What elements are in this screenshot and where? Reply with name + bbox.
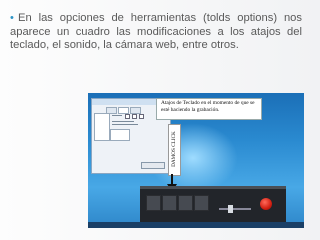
recorder-panel-header <box>140 186 286 189</box>
record-icon[interactable] <box>260 198 272 210</box>
audio-slider-track[interactable] <box>219 208 251 210</box>
dialog-text-line <box>112 124 138 125</box>
dialog-tab-active[interactable] <box>118 107 129 114</box>
dialog-checkbox[interactable] <box>139 114 144 119</box>
vertical-label-text: DAMOS CLICK <box>171 131 177 167</box>
recorder-panel <box>140 186 286 222</box>
dialog-category-list[interactable] <box>94 113 110 141</box>
dialog-tabs <box>106 107 141 114</box>
dialog-field[interactable] <box>110 129 130 141</box>
recorder-control[interactable] <box>146 195 161 211</box>
screenshot-image: Atajos de Teclado en el momento de que s… <box>88 93 304 228</box>
vertical-label-box: DAMOS CLICK <box>168 124 181 176</box>
callout-text: Atajos de Teclado en el momento de que s… <box>161 100 255 113</box>
slide-body-text: En las opciones de herramientas (tolds o… <box>10 12 302 53</box>
dialog-checkbox[interactable] <box>132 114 137 119</box>
dialog-text-line <box>112 115 122 116</box>
dialog-text-line <box>112 121 134 122</box>
dialog-checkbox[interactable] <box>125 114 130 119</box>
slide-body-text-content: En las opciones de herramientas (tolds o… <box>10 12 302 52</box>
recorder-control[interactable] <box>162 195 177 211</box>
dialog-tab[interactable] <box>130 107 141 114</box>
recorder-control[interactable] <box>194 195 209 211</box>
callout-box: Atajos de Teclado en el momento de que s… <box>156 98 262 120</box>
audio-slider-knob[interactable] <box>228 205 233 213</box>
taskbar <box>88 222 304 228</box>
dialog-button[interactable] <box>141 162 165 169</box>
recorder-control[interactable] <box>178 195 193 211</box>
